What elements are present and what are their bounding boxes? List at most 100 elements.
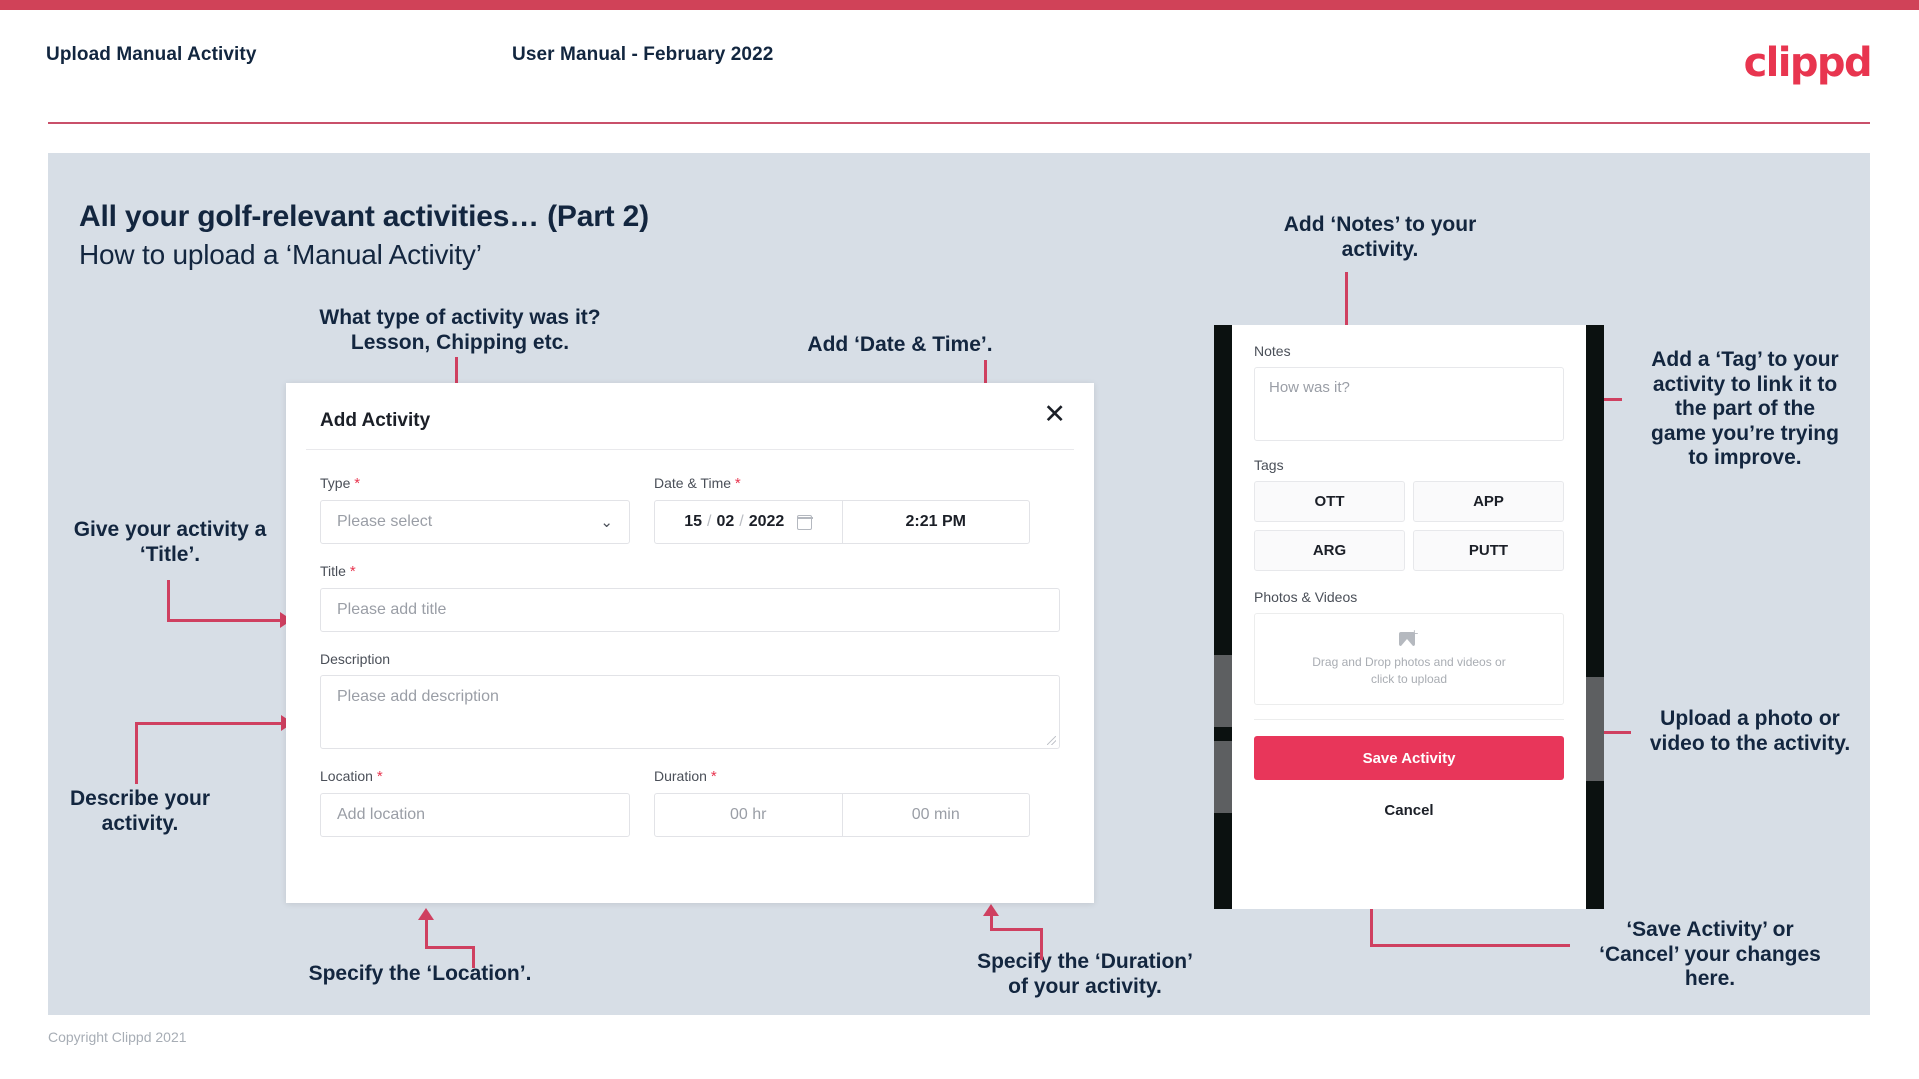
- dropzone-line-1: Drag and Drop photos and videos or: [1312, 654, 1506, 669]
- location-required-marker: *: [376, 768, 383, 785]
- field-location: Location * Add location: [320, 768, 630, 837]
- image-peak-shape: [1401, 638, 1413, 646]
- slide-page: Upload Manual Activity User Manual - Feb…: [0, 0, 1919, 1079]
- location-input[interactable]: Add location: [320, 793, 630, 837]
- date-day: 15: [684, 513, 702, 530]
- dialog-body: Type * Please select ⌄ Date & Time * 15 …: [286, 449, 1094, 856]
- field-type: Type * Please select ⌄: [320, 475, 630, 544]
- annotation-notes: Add ‘Notes’ to your activity.: [1283, 213, 1477, 261]
- photo-dropzone[interactable]: + Drag and Drop photos and videos or cli…: [1254, 613, 1564, 705]
- close-icon[interactable]: ✕: [1043, 401, 1066, 428]
- tag-button-arg[interactable]: ARG: [1254, 530, 1405, 571]
- tags-label: Tags: [1254, 457, 1284, 473]
- field-description: Description Please add description: [320, 651, 1060, 749]
- clippd-logo: clippd: [1743, 40, 1873, 86]
- notes-textarea[interactable]: How was it?: [1254, 367, 1564, 441]
- arrow-save-seg1: [1400, 944, 1570, 947]
- arrow-loc-seg1: [472, 948, 475, 968]
- arrow-loc-seg2: [425, 946, 475, 949]
- slide-subheading: How to upload a ‘Manual Activity’: [79, 239, 482, 270]
- calendar-icon[interactable]: [796, 514, 813, 530]
- arrow-dur-head: [983, 904, 999, 916]
- arrow-loc-seg3: [425, 920, 428, 948]
- date-input[interactable]: 15 / 02 / 2022: [655, 501, 843, 543]
- slide-heading: All your golf-relevant activities… (Part…: [79, 200, 649, 233]
- add-image-icon: +: [1399, 626, 1419, 647]
- top-accent-bar: [0, 0, 1919, 10]
- phone-bezel-right: [1586, 325, 1604, 909]
- title-label-text: Title: [320, 563, 346, 579]
- tag-button-app[interactable]: APP: [1413, 481, 1564, 522]
- annotation-datetime: Add ‘Date & Time’.: [807, 333, 993, 356]
- arrow-save-seg3: [1370, 944, 1402, 947]
- volume-button-up: [1214, 655, 1232, 727]
- datetime-label-text: Date & Time: [654, 475, 732, 491]
- annotation-tags: Add a ‘Tag’ to your activity to link it …: [1651, 348, 1839, 470]
- duration-input-group: 00 hr 00 min: [654, 793, 1030, 837]
- add-activity-dialog: Add Activity ✕ Type * Please select ⌄ Da…: [286, 383, 1094, 903]
- save-activity-button[interactable]: Save Activity: [1254, 736, 1564, 780]
- type-placeholder: Please select: [337, 513, 433, 530]
- location-label: Location *: [320, 768, 630, 785]
- dialog-title: Add Activity: [320, 410, 431, 431]
- chevron-down-icon: ⌄: [600, 513, 613, 531]
- dropzone-text: Drag and Drop photos and videos or click…: [1312, 654, 1505, 689]
- type-select[interactable]: Please select ⌄: [320, 500, 630, 544]
- title-placeholder: Please add title: [337, 601, 447, 618]
- annotation-duration: Specify the ‘Duration’ of your activity.: [977, 950, 1193, 998]
- time-input[interactable]: 2:21 PM: [843, 501, 1030, 543]
- phone-screen: Notes How was it? Tags OTT APP ARG PUTT …: [1232, 325, 1586, 909]
- arrow-desc-seg1: [135, 722, 138, 784]
- description-textarea[interactable]: Please add description: [320, 675, 1060, 749]
- location-placeholder: Add location: [337, 806, 426, 823]
- datetime-label: Date & Time *: [654, 475, 1030, 492]
- annotation-description: Describe your activity.: [69, 787, 211, 835]
- phone-bezel-left: [1214, 325, 1232, 909]
- arrow-dur-seg2: [990, 928, 1043, 931]
- plus-badge: +: [1409, 626, 1419, 640]
- notes-label: Notes: [1254, 343, 1291, 359]
- duration-hours-input[interactable]: 00 hr: [655, 794, 842, 836]
- volume-button-down: [1214, 741, 1232, 813]
- annotation-title: Give your activity a ‘Title’.: [73, 518, 267, 566]
- date-year: 2022: [748, 513, 785, 530]
- photos-label: Photos & Videos: [1254, 589, 1358, 605]
- tag-button-putt[interactable]: PUTT: [1413, 530, 1564, 571]
- row-type-datetime: Type * Please select ⌄ Date & Time * 15 …: [320, 475, 1060, 563]
- duration-required-marker: *: [710, 768, 717, 785]
- type-required-marker: *: [354, 475, 361, 492]
- tags-grid: OTT APP ARG PUTT: [1254, 481, 1564, 571]
- title-input[interactable]: Please add title: [320, 588, 1060, 632]
- duration-label-text: Duration: [654, 768, 707, 784]
- page-title: Upload Manual Activity: [46, 44, 257, 65]
- description-placeholder: Please add description: [337, 688, 499, 705]
- type-label-text: Type: [320, 475, 351, 491]
- arrow-title-seg1: [167, 580, 170, 622]
- annotation-save-cancel: ‘Save Activity’ or ‘Cancel’ your changes…: [1599, 918, 1821, 991]
- power-button: [1586, 677, 1604, 781]
- arrow-dur-seg1: [1040, 930, 1043, 960]
- phone-divider: [1254, 719, 1564, 720]
- footer-copyright: Copyright Clippd 2021: [48, 1029, 187, 1045]
- field-duration: Duration * 00 hr 00 min: [654, 768, 1030, 837]
- description-label: Description: [320, 651, 391, 667]
- annotation-location: Specify the ‘Location’.: [308, 962, 532, 985]
- type-label: Type *: [320, 475, 630, 492]
- date-sep-2: /: [739, 513, 744, 530]
- arrow-dur-seg3: [990, 916, 993, 930]
- duration-minutes-input[interactable]: 00 min: [841, 794, 1030, 836]
- dropzone-line-2: click to upload: [1370, 672, 1448, 686]
- header-divider: [48, 122, 1870, 124]
- mobile-preview: Notes How was it? Tags OTT APP ARG PUTT …: [1214, 325, 1604, 909]
- tag-button-ott[interactable]: OTT: [1254, 481, 1405, 522]
- cancel-button[interactable]: Cancel: [1254, 802, 1564, 819]
- datetime-input-group: 15 / 02 / 2022 2:21 PM: [654, 500, 1030, 544]
- field-title: Title * Please add title: [320, 563, 1060, 632]
- row-location-duration: Location * Add location Duration * 00 hr…: [320, 768, 1060, 856]
- date-sep-1: /: [707, 513, 712, 530]
- duration-label: Duration *: [654, 768, 1030, 785]
- location-label-text: Location: [320, 768, 373, 784]
- title-label: Title *: [320, 563, 1060, 580]
- arrow-desc-seg2: [135, 722, 283, 725]
- arrow-title-seg2: [167, 619, 282, 622]
